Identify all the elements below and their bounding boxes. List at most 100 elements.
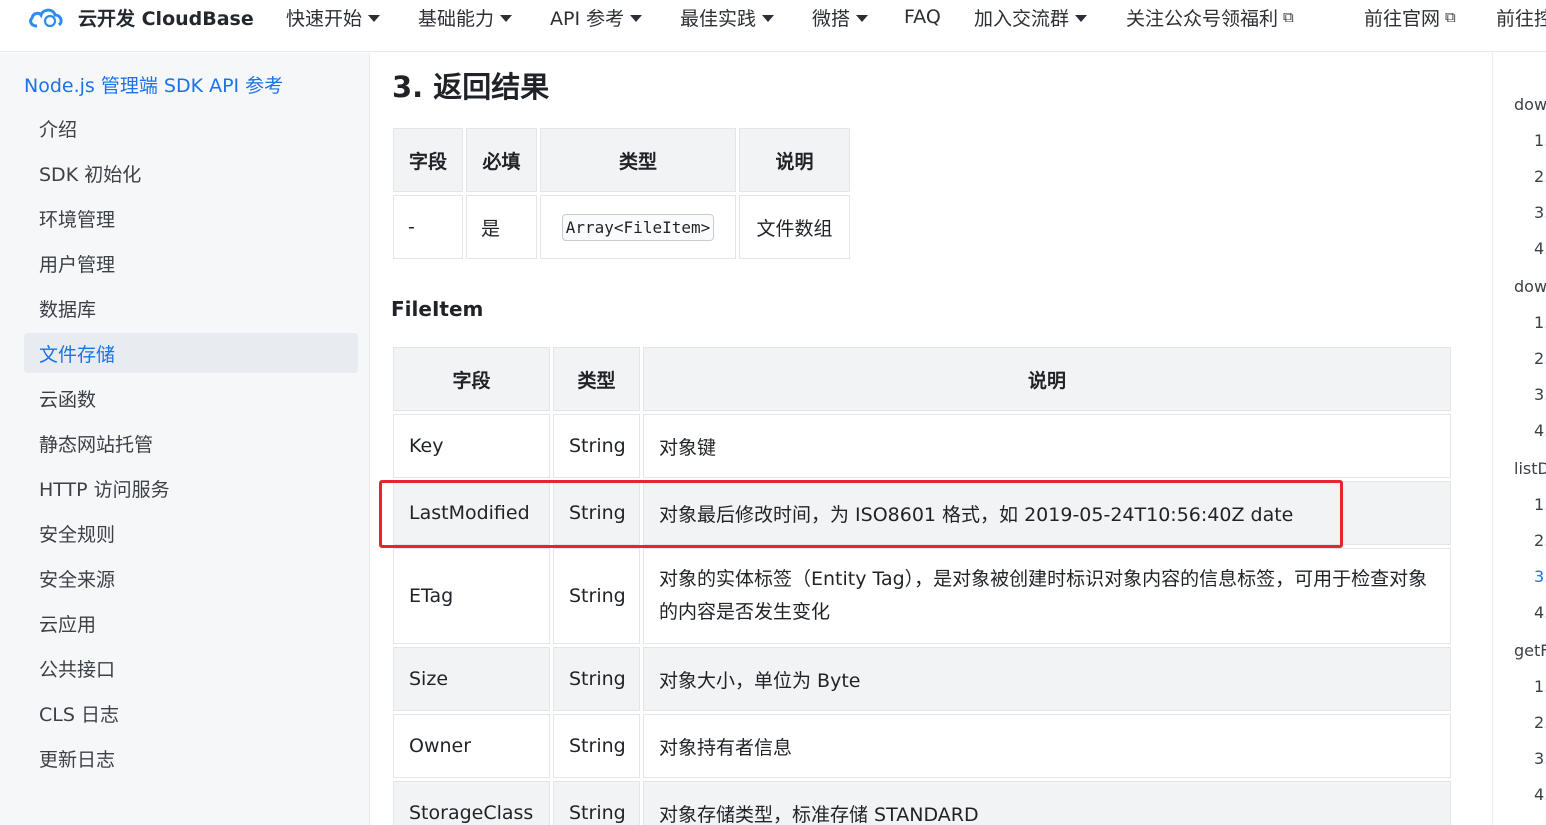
toc-item[interactable]: 2. <box>1534 531 1546 550</box>
table-cell: Owner <box>393 714 550 778</box>
sidebar-item-hosting[interactable]: 静态网站托管 <box>24 423 358 463</box>
nav-quickstart[interactable]: 快速开始 <box>286 4 381 30</box>
table-cell: 对象键 <box>643 414 1451 478</box>
toc-item[interactable]: listD <box>1514 459 1546 478</box>
sidebar-item-cloud-app[interactable]: 云应用 <box>24 603 358 643</box>
sidebar-item-intro[interactable]: 介绍 <box>24 108 358 148</box>
toc-item[interactable]: 2. <box>1534 167 1546 186</box>
table-row: ETag String 对象的实体标签（Entity Tag），是对象被创建时标… <box>393 548 1451 644</box>
sidebar-item-cls-log[interactable]: CLS 日志 <box>24 693 358 733</box>
nav-best-practice[interactable]: 最佳实践 <box>680 4 775 30</box>
toc-item[interactable]: 3. <box>1534 385 1546 404</box>
table-header: 说明 <box>643 347 1451 411</box>
table-row: LastModified String 对象最后修改时间，为 ISO8601 格… <box>393 481 1451 545</box>
toc-item[interactable]: dow <box>1514 95 1546 114</box>
sidebar: Node.js 管理端 SDK API 参考 介绍 SDK 初始化 环境管理 用… <box>0 53 370 825</box>
table-row: Size String 对象大小，单位为 Byte <box>393 647 1451 711</box>
caret-down-icon <box>368 14 381 22</box>
table-cell: - <box>393 195 463 259</box>
sidebar-item-security-rules[interactable]: 安全规则 <box>24 513 358 553</box>
table-cell: Key <box>393 414 550 478</box>
external-link-icon: ⧉ <box>1445 8 1456 26</box>
sidebar-item-changelog[interactable]: 更新日志 <box>24 738 358 778</box>
result-table: 字段 必填 类型 说明 - 是 Array<FileItem> 文件数组 <box>390 125 853 262</box>
nav-label: FAQ <box>904 6 941 28</box>
table-cell: 文件数组 <box>739 195 850 259</box>
toc-item[interactable]: 4. <box>1534 239 1546 258</box>
nav-faq[interactable]: FAQ <box>904 4 941 30</box>
external-link-icon: ⧉ <box>1283 8 1294 26</box>
toc-item[interactable]: 4. <box>1534 785 1546 804</box>
sidebar-title[interactable]: Node.js 管理端 SDK API 参考 <box>24 71 283 98</box>
caret-down-icon <box>500 14 513 22</box>
table-cell: ETag <box>393 548 550 644</box>
nav-label: 关注公众号领福利 <box>1126 7 1279 30</box>
fileitem-table: 字段 类型 说明 Key String 对象键 LastModified Str… <box>390 344 1454 825</box>
inline-code: Array<FileItem> <box>561 214 715 241</box>
cloud-logo-icon <box>29 8 63 28</box>
nav-console[interactable]: 前往控 <box>1496 4 1546 30</box>
main-content: 3. 返回结果 字段 必填 类型 说明 - 是 Array<FileItem> … <box>371 53 1491 825</box>
nav-label: 加入交流群 <box>974 7 1070 30</box>
table-cell: 对象最后修改时间，为 ISO8601 格式，如 2019-05-24T10:56… <box>643 481 1451 545</box>
caret-down-icon <box>1075 14 1088 22</box>
nav-official-site[interactable]: 前往官网 ⧉ <box>1364 4 1456 30</box>
table-row: Owner String 对象持有者信息 <box>393 714 1451 778</box>
sidebar-item-env[interactable]: 环境管理 <box>24 198 358 238</box>
nav-label: 前往控 <box>1496 7 1546 30</box>
toc-item[interactable]: dow <box>1514 277 1546 296</box>
caret-down-icon <box>630 14 643 22</box>
nav-join-group[interactable]: 加入交流群 <box>974 4 1088 30</box>
table-cell: Size <box>393 647 550 711</box>
nav-follow-wechat[interactable]: 关注公众号领福利 ⧉ <box>1126 4 1294 30</box>
toc-item[interactable]: 1. <box>1534 677 1546 696</box>
caret-down-icon <box>856 14 869 22</box>
table-cell: 对象的实体标签（Entity Tag），是对象被创建时标识对象内容的信息标签，可… <box>643 548 1451 644</box>
toc-item[interactable]: 4. <box>1534 421 1546 440</box>
sidebar-item-storage[interactable]: 文件存储 <box>24 333 358 373</box>
toc-item[interactable]: 3. <box>1534 203 1546 222</box>
table-cell: 对象大小，单位为 Byte <box>643 647 1451 711</box>
toc-item-active[interactable]: 3. <box>1534 567 1546 586</box>
table-row: StorageClass String 对象存储类型，标准存储 STANDARD <box>393 781 1451 825</box>
nav-label: 微搭 <box>812 7 851 30</box>
table-header: 类型 <box>540 128 736 192</box>
table-row: Key String 对象键 <box>393 414 1451 478</box>
sidebar-item-database[interactable]: 数据库 <box>24 288 358 328</box>
toc-item[interactable]: 2. <box>1534 713 1546 732</box>
sidebar-item-sdk-init[interactable]: SDK 初始化 <box>24 153 358 193</box>
nav-label: 基础能力 <box>418 7 495 30</box>
nav-basic[interactable]: 基础能力 <box>418 4 513 30</box>
table-cell: String <box>553 481 640 545</box>
table-header: 类型 <box>553 347 640 411</box>
toc-item[interactable]: 2. <box>1534 349 1546 368</box>
nav-api[interactable]: API 参考 <box>550 4 643 30</box>
table-cell: String <box>553 414 640 478</box>
toc-item[interactable]: getF <box>1514 641 1546 660</box>
sidebar-item-security-source[interactable]: 安全来源 <box>24 558 358 598</box>
sidebar-item-users[interactable]: 用户管理 <box>24 243 358 283</box>
toc-item[interactable]: 3. <box>1534 749 1546 768</box>
table-cell: 对象存储类型，标准存储 STANDARD <box>643 781 1451 825</box>
logo[interactable]: 云开发 CloudBase <box>28 6 254 30</box>
table-cell: LastModified <box>393 481 550 545</box>
caret-down-icon <box>762 14 775 22</box>
toc-item[interactable]: 1. <box>1534 131 1546 150</box>
nav-weda[interactable]: 微搭 <box>812 4 869 30</box>
toc-item[interactable]: 1. <box>1534 495 1546 514</box>
table-of-contents: dow 1. 2. 3. 4. dow 1. 2. 3. 4. listD 1.… <box>1492 53 1546 825</box>
table-cell: String <box>553 781 640 825</box>
table-cell: 对象持有者信息 <box>643 714 1451 778</box>
nav-label: API 参考 <box>550 7 625 30</box>
table-cell: String <box>553 647 640 711</box>
toc-item[interactable]: 4. <box>1534 603 1546 622</box>
table-cell: Array<FileItem> <box>540 195 736 259</box>
sidebar-item-http[interactable]: HTTP 访问服务 <box>24 468 358 508</box>
sidebar-item-common-api[interactable]: 公共接口 <box>24 648 358 688</box>
brand-name: 云开发 CloudBase <box>78 7 254 30</box>
sidebar-item-functions[interactable]: 云函数 <box>24 378 358 418</box>
table-cell: String <box>553 714 640 778</box>
table-header: 字段 <box>393 347 550 411</box>
top-navbar: 云开发 CloudBase 快速开始 基础能力 API 参考 最佳实践 微搭 F… <box>0 0 1546 52</box>
toc-item[interactable]: 1. <box>1534 313 1546 332</box>
